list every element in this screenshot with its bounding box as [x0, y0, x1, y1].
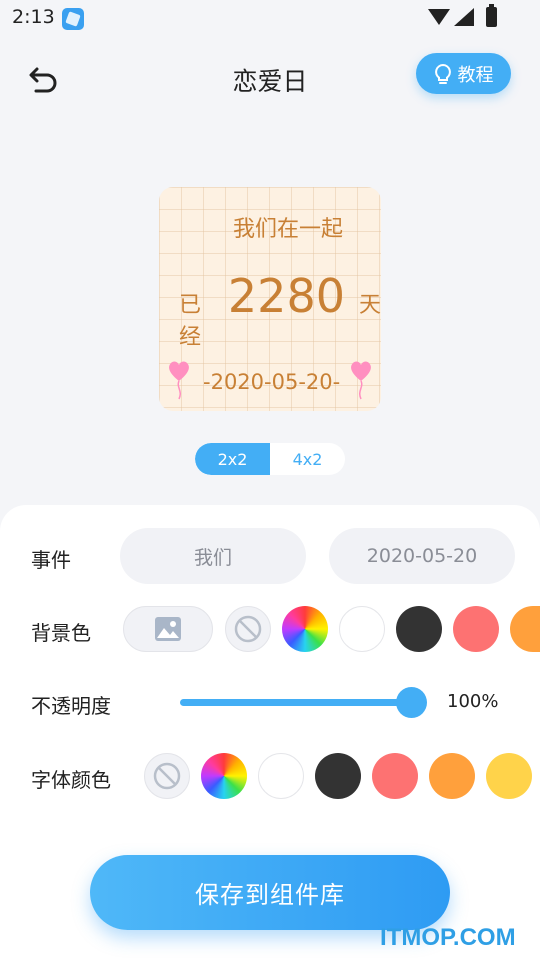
bg-color-white-swatch[interactable] — [339, 606, 385, 652]
font-color-none-swatch[interactable] — [144, 753, 190, 799]
watermark: ITMOP.COM — [380, 924, 516, 951]
font-color-orange-swatch[interactable] — [429, 753, 475, 799]
tutorial-label: 教程 — [457, 64, 494, 86]
widget-day-count: 2280 — [227, 269, 345, 323]
no-color-icon — [153, 762, 181, 790]
font-color-yellow-swatch[interactable] — [486, 753, 532, 799]
bg-color-black-swatch[interactable] — [396, 606, 442, 652]
heart-balloon-left-icon — [169, 361, 189, 400]
widget-suffix: 天 — [358, 293, 381, 318]
opacity-slider-track[interactable] — [180, 699, 410, 706]
signal-icon — [454, 8, 474, 26]
event-date-field[interactable] — [329, 528, 515, 584]
lightbulb-icon — [434, 63, 451, 84]
widget-counter: 已经 2280 天 — [179, 269, 381, 351]
opacity-slider-thumb[interactable] — [396, 687, 427, 718]
opacity-label: 不透明度 — [31, 694, 111, 718]
battery-icon — [486, 4, 497, 27]
size-option-4x2[interactable]: 4x2 — [270, 443, 345, 475]
widget-preview: 我们在一起 已经 2280 天 -2020-05-20- — [159, 187, 381, 411]
save-to-library-button[interactable]: 保存到组件库 — [90, 855, 450, 930]
status-time: 2:13 — [12, 6, 55, 28]
font-color-custom-swatch[interactable] — [201, 753, 247, 799]
tutorial-button[interactable]: 教程 — [416, 53, 511, 94]
event-name-field[interactable] — [120, 528, 306, 584]
heart-balloon-right-icon — [351, 361, 371, 400]
wifi-icon — [428, 9, 450, 25]
app-notification-icon — [62, 8, 84, 30]
widget-prefix: 已经 — [179, 293, 202, 350]
size-option-2x2[interactable]: 2x2 — [195, 443, 270, 475]
font-color-white-swatch[interactable] — [258, 753, 304, 799]
opacity-value: 100% — [447, 691, 499, 712]
size-toggle: 2x2 4x2 — [195, 443, 345, 475]
bg-image-button[interactable] — [123, 606, 213, 652]
event-label: 事件 — [31, 548, 71, 572]
font-color-label: 字体颜色 — [31, 768, 111, 792]
no-color-icon — [234, 615, 262, 643]
bg-color-label: 背景色 — [31, 621, 91, 645]
widget-headline: 我们在一起 — [233, 217, 344, 242]
widget-date: -2020-05-20- — [203, 370, 341, 394]
bg-color-red-swatch[interactable] — [453, 606, 499, 652]
bg-color-none-swatch[interactable] — [225, 606, 271, 652]
status-bar: 2:13 — [0, 0, 540, 38]
font-color-red-swatch[interactable] — [372, 753, 418, 799]
font-color-black-swatch[interactable] — [315, 753, 361, 799]
image-icon — [155, 617, 181, 641]
bg-color-custom-swatch[interactable] — [282, 606, 328, 652]
